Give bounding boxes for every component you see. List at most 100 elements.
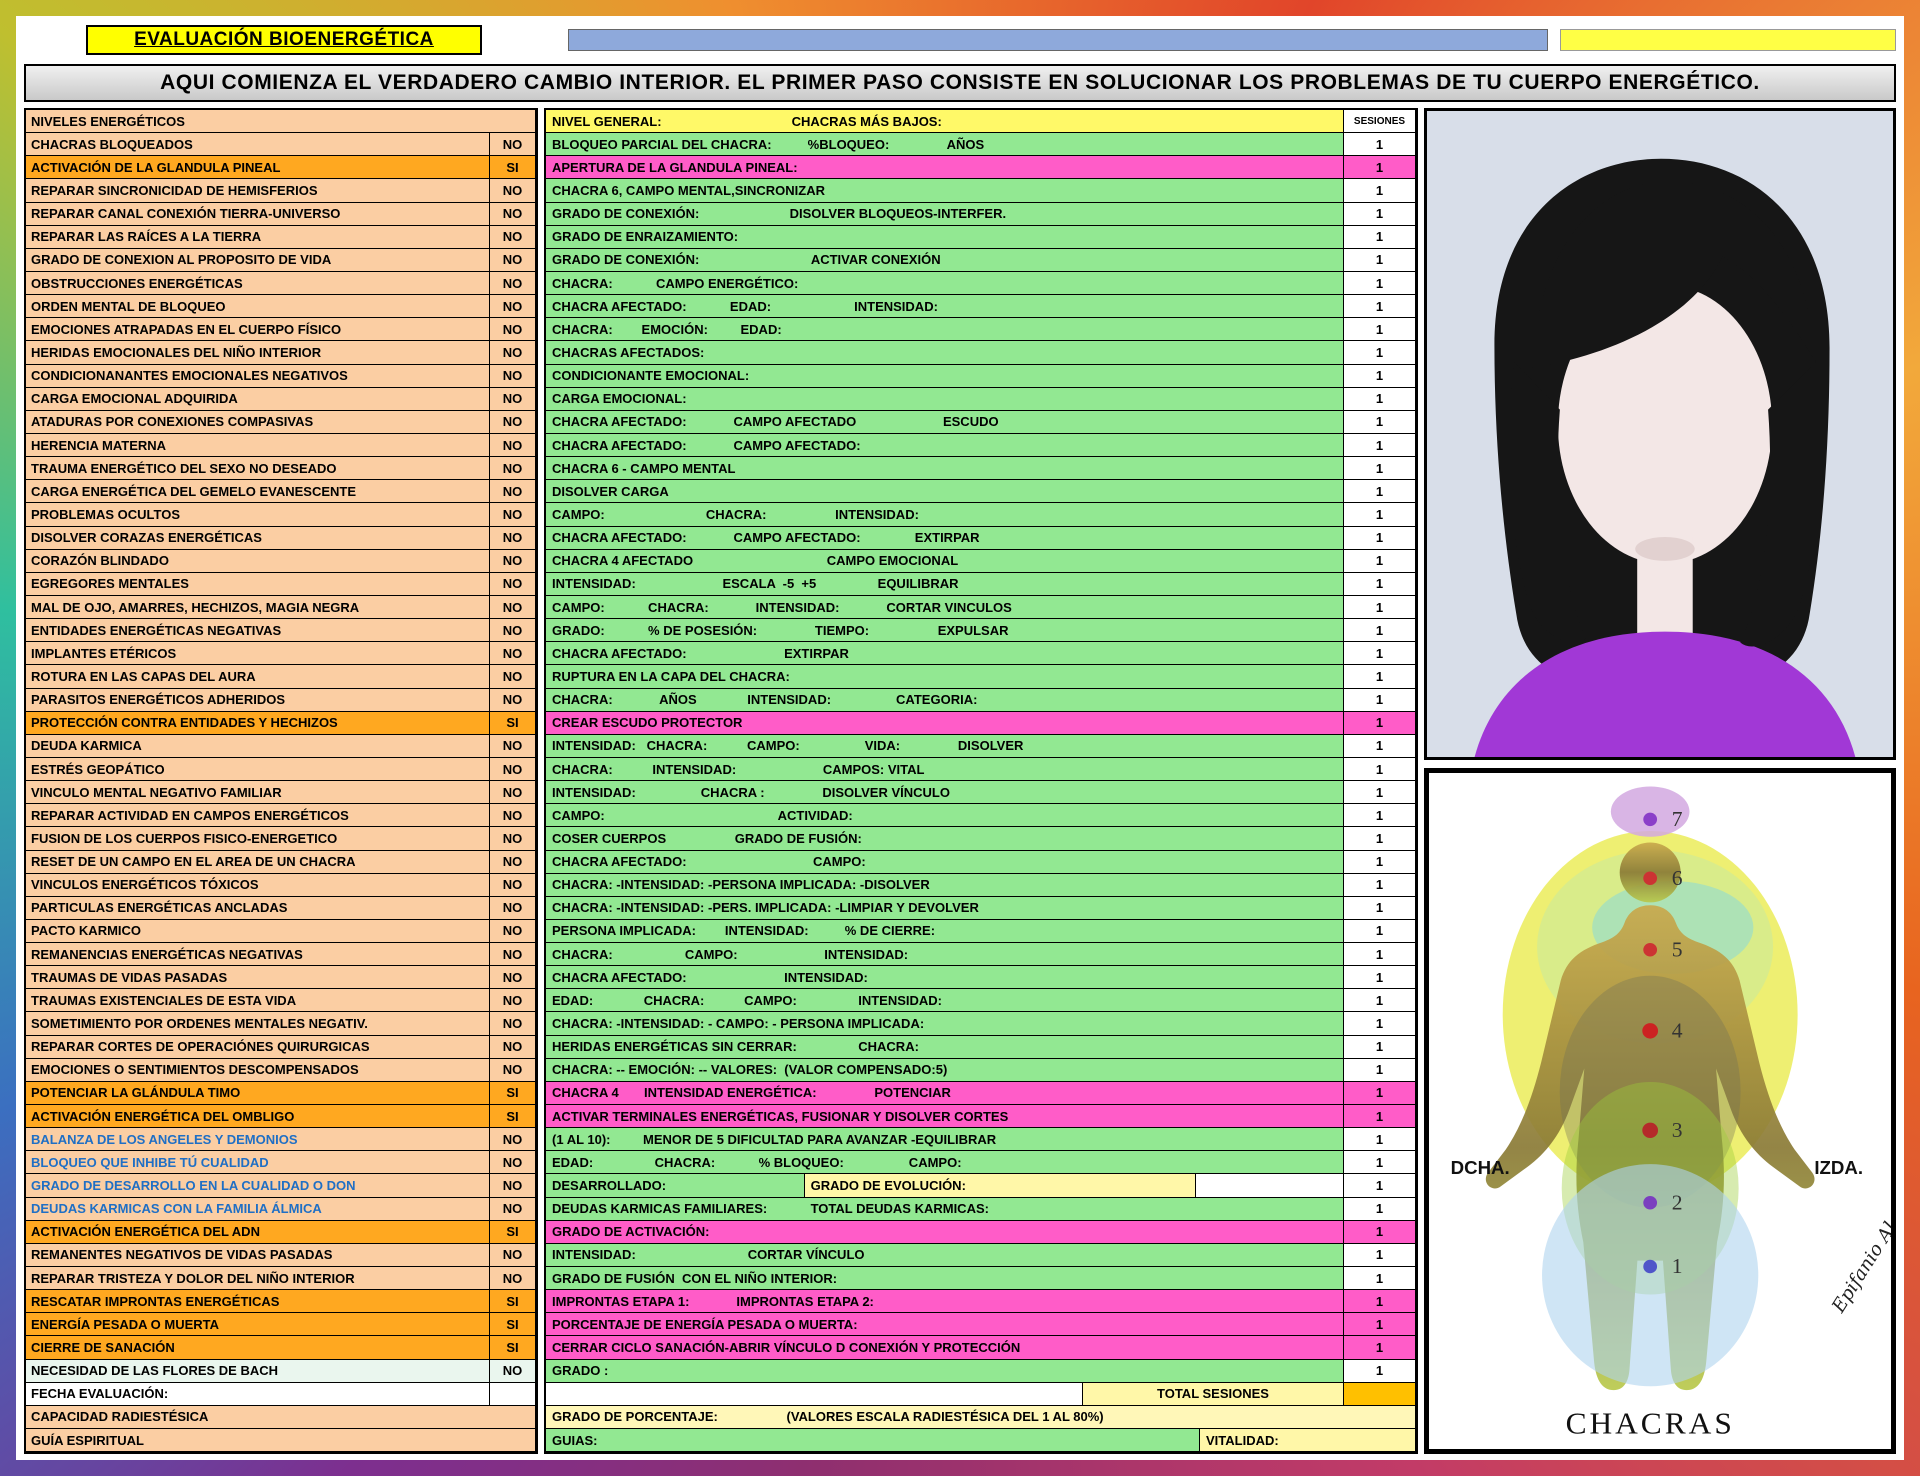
condition-flag[interactable]: NO — [490, 966, 536, 989]
session-cell[interactable]: 1 — [1344, 897, 1416, 920]
session-cell[interactable] — [1344, 1383, 1416, 1406]
detail-cell[interactable]: GRADO DE PORCENTAJE: (VALORES ESCALA RAD… — [546, 1406, 1416, 1429]
detail-cell[interactable] — [1196, 1174, 1344, 1197]
detail-cell[interactable]: CERRAR CICLO SANACIÓN-ABRIR VÍNCULO D CO… — [546, 1336, 1344, 1359]
detail-cell[interactable]: GRADO DE ACTIVACIÓN: — [546, 1221, 1344, 1244]
session-cell[interactable]: 1 — [1344, 712, 1416, 735]
detail-cell[interactable]: IMPRONTAS ETAPA 1: IMPRONTAS ETAPA 2: — [546, 1290, 1344, 1313]
condition-flag[interactable] — [490, 1383, 536, 1406]
condition-flag[interactable]: NO — [490, 434, 536, 457]
condition-flag[interactable]: NO — [490, 318, 536, 341]
detail-cell[interactable]: CHACRA: CAMPO ENERGÉTICO: — [546, 272, 1344, 295]
detail-cell[interactable]: GRADO: % DE POSESIÓN: TIEMPO: EXPULSAR — [546, 619, 1344, 642]
condition-flag[interactable]: NO — [490, 527, 536, 550]
session-cell[interactable]: 1 — [1344, 179, 1416, 202]
detail-cell[interactable]: INTENSIDAD: CORTAR VÍNCULO — [546, 1244, 1344, 1267]
session-cell[interactable]: 1 — [1344, 434, 1416, 457]
detail-cell[interactable]: (1 AL 10): MENOR DE 5 DIFICULTAD PARA AV… — [546, 1128, 1344, 1151]
condition-flag[interactable]: NO — [490, 411, 536, 434]
session-cell[interactable]: 1 — [1344, 596, 1416, 619]
detail-cell[interactable] — [546, 1383, 1083, 1406]
detail-cell[interactable]: CHACRA AFECTADO: EXTIRPAR — [546, 642, 1344, 665]
detail-cell[interactable]: CONDICIONANTE EMOCIONAL: — [546, 365, 1344, 388]
session-cell[interactable]: 1 — [1344, 318, 1416, 341]
session-cell[interactable]: 1 — [1344, 295, 1416, 318]
detail-cell[interactable]: TOTAL SESIONES — [1083, 1383, 1344, 1406]
session-cell[interactable]: 1 — [1344, 203, 1416, 226]
condition-flag[interactable]: NO — [490, 1036, 536, 1059]
condition-flag[interactable]: NO — [490, 874, 536, 897]
session-cell[interactable]: 1 — [1344, 1198, 1416, 1221]
condition-flag[interactable]: NO — [490, 804, 536, 827]
session-cell[interactable]: 1 — [1344, 226, 1416, 249]
condition-flag[interactable]: NO — [490, 851, 536, 874]
session-cell[interactable]: 1 — [1344, 851, 1416, 874]
detail-cell[interactable]: CHACRA: EMOCIÓN: EDAD: — [546, 318, 1344, 341]
session-cell[interactable]: 1 — [1344, 1105, 1416, 1128]
session-cell[interactable]: 1 — [1344, 550, 1416, 573]
detail-cell[interactable]: CHACRA 4 INTENSIDAD ENERGÉTICA: POTENCIA… — [546, 1082, 1344, 1105]
detail-cell[interactable]: CARGA EMOCIONAL: — [546, 388, 1344, 411]
detail-cell[interactable]: CHACRA 6 - CAMPO MENTAL — [546, 457, 1344, 480]
condition-flag[interactable]: SI — [490, 1082, 536, 1105]
detail-cell[interactable]: APERTURA DE LA GLANDULA PINEAL: — [546, 156, 1344, 179]
condition-flag[interactable]: NO — [490, 665, 536, 688]
detail-cell[interactable]: INTENSIDAD: CHACRA : DISOLVER VÍNCULO — [546, 781, 1344, 804]
session-cell[interactable]: 1 — [1344, 665, 1416, 688]
detail-cell[interactable]: BLOQUEO PARCIAL DEL CHACRA: %BLOQUEO: AÑ… — [546, 133, 1344, 156]
condition-flag[interactable]: NO — [490, 781, 536, 804]
condition-flag[interactable]: NO — [490, 989, 536, 1012]
detail-cell[interactable]: CHACRA AFECTADO: EDAD: INTENSIDAD: — [546, 295, 1344, 318]
condition-flag[interactable]: NO — [490, 226, 536, 249]
detail-cell[interactable]: CAMPO: CHACRA: INTENSIDAD: — [546, 503, 1344, 526]
condition-flag[interactable]: NO — [490, 1059, 536, 1082]
session-cell[interactable]: 1 — [1344, 619, 1416, 642]
session-cell[interactable]: 1 — [1344, 573, 1416, 596]
detail-cell[interactable]: CHACRA: -INTENSIDAD: - CAMPO: - PERSONA … — [546, 1012, 1344, 1035]
condition-flag[interactable]: NO — [490, 341, 536, 364]
condition-flag[interactable]: NO — [490, 943, 536, 966]
session-cell[interactable]: 1 — [1344, 735, 1416, 758]
session-cell[interactable]: 1 — [1344, 874, 1416, 897]
condition-flag[interactable]: NO — [490, 203, 536, 226]
detail-cell[interactable]: CHACRA: -INTENSIDAD: -PERS. IMPLICADA: -… — [546, 897, 1344, 920]
detail-cell[interactable]: NIVEL GENERAL: CHACRAS MÁS BAJOS: — [546, 110, 1344, 133]
condition-flag[interactable]: SI — [490, 1290, 536, 1313]
detail-cell[interactable]: GRADO DE ENRAIZAMIENTO: — [546, 226, 1344, 249]
detail-cell[interactable]: CHACRA 6, CAMPO MENTAL,SINCRONIZAR — [546, 179, 1344, 202]
session-cell[interactable]: 1 — [1344, 527, 1416, 550]
session-cell[interactable]: 1 — [1344, 1174, 1416, 1197]
condition-flag[interactable]: SI — [490, 1221, 536, 1244]
condition-flag[interactable]: NO — [490, 758, 536, 781]
detail-cell[interactable]: HERIDAS ENERGÉTICAS SIN CERRAR: CHACRA: — [546, 1036, 1344, 1059]
session-cell[interactable]: 1 — [1344, 1267, 1416, 1290]
session-cell[interactable]: 1 — [1344, 133, 1416, 156]
session-cell[interactable]: 1 — [1344, 1221, 1416, 1244]
condition-flag[interactable]: NO — [490, 897, 536, 920]
condition-flag[interactable]: NO — [490, 550, 536, 573]
session-cell[interactable]: 1 — [1344, 1082, 1416, 1105]
session-cell[interactable]: 1 — [1344, 156, 1416, 179]
session-cell[interactable]: 1 — [1344, 365, 1416, 388]
detail-cell[interactable]: PORCENTAJE DE ENERGÍA PESADA O MUERTA: — [546, 1313, 1344, 1336]
session-cell[interactable]: 1 — [1344, 1059, 1416, 1082]
session-cell[interactable]: 1 — [1344, 341, 1416, 364]
session-cell[interactable]: 1 — [1344, 1336, 1416, 1359]
detail-cell[interactable]: CHACRA AFECTADO: INTENSIDAD: — [546, 966, 1344, 989]
condition-flag[interactable]: NO — [490, 1244, 536, 1267]
detail-cell[interactable]: CAMPO: CHACRA: INTENSIDAD: CORTAR VINCUL… — [546, 596, 1344, 619]
detail-cell[interactable]: VITALIDAD: — [1200, 1429, 1416, 1452]
condition-flag[interactable]: SI — [490, 712, 536, 735]
condition-flag[interactable]: NO — [490, 827, 536, 850]
detail-cell[interactable]: PERSONA IMPLICADA: INTENSIDAD: % DE CIER… — [546, 920, 1344, 943]
condition-flag[interactable]: NO — [490, 295, 536, 318]
session-cell[interactable]: 1 — [1344, 920, 1416, 943]
session-cell[interactable]: 1 — [1344, 642, 1416, 665]
session-cell[interactable]: 1 — [1344, 943, 1416, 966]
session-cell[interactable]: 1 — [1344, 758, 1416, 781]
condition-flag[interactable]: NO — [490, 457, 536, 480]
condition-flag[interactable]: NO — [490, 573, 536, 596]
detail-cell[interactable]: CHACRA: INTENSIDAD: CAMPOS: VITAL — [546, 758, 1344, 781]
session-cell[interactable]: SESIONES — [1344, 110, 1416, 133]
detail-cell[interactable]: INTENSIDAD: CHACRA: CAMPO: VIDA: DISOLVE… — [546, 735, 1344, 758]
